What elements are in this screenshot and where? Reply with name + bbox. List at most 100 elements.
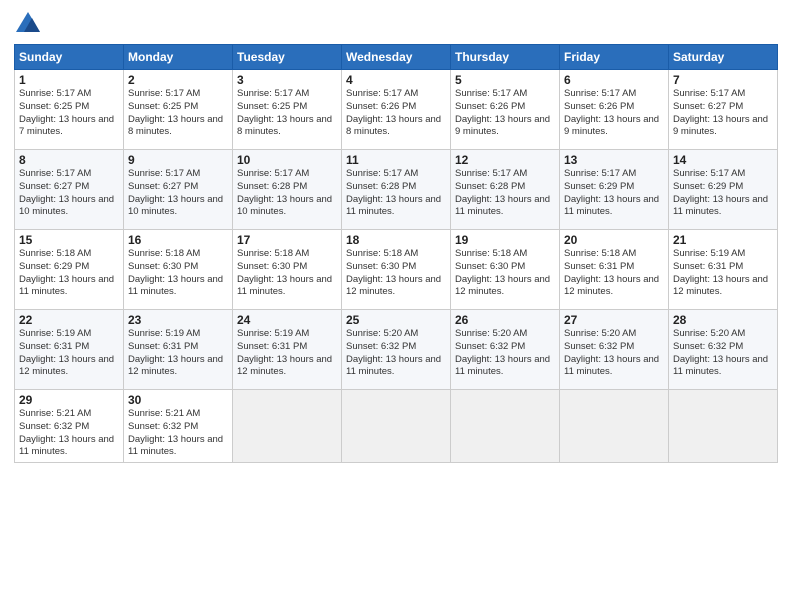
calendar-cell: 7 Sunrise: 5:17 AM Sunset: 6:27 PM Dayli… (669, 70, 778, 150)
day-number: 8 (19, 153, 119, 167)
weekday-header: Sunday (15, 45, 124, 70)
day-info: Sunrise: 5:19 AM Sunset: 6:31 PM Dayligh… (237, 328, 337, 379)
calendar-cell: 3 Sunrise: 5:17 AM Sunset: 6:25 PM Dayli… (233, 70, 342, 150)
day-info: Sunrise: 5:17 AM Sunset: 6:27 PM Dayligh… (128, 168, 228, 219)
calendar-cell: 15 Sunrise: 5:18 AM Sunset: 6:29 PM Dayl… (15, 230, 124, 310)
day-info: Sunrise: 5:17 AM Sunset: 6:26 PM Dayligh… (346, 88, 446, 139)
calendar-cell: 25 Sunrise: 5:20 AM Sunset: 6:32 PM Dayl… (342, 310, 451, 390)
calendar-cell: 8 Sunrise: 5:17 AM Sunset: 6:27 PM Dayli… (15, 150, 124, 230)
calendar-cell: 21 Sunrise: 5:19 AM Sunset: 6:31 PM Dayl… (669, 230, 778, 310)
calendar-header: SundayMondayTuesdayWednesdayThursdayFrid… (15, 45, 778, 70)
calendar-cell: 22 Sunrise: 5:19 AM Sunset: 6:31 PM Dayl… (15, 310, 124, 390)
calendar-cell: 17 Sunrise: 5:18 AM Sunset: 6:30 PM Dayl… (233, 230, 342, 310)
day-info: Sunrise: 5:17 AM Sunset: 6:29 PM Dayligh… (564, 168, 664, 219)
calendar-cell: 2 Sunrise: 5:17 AM Sunset: 6:25 PM Dayli… (124, 70, 233, 150)
day-number: 28 (673, 313, 773, 327)
day-number: 22 (19, 313, 119, 327)
day-info: Sunrise: 5:20 AM Sunset: 6:32 PM Dayligh… (564, 328, 664, 379)
day-info: Sunrise: 5:20 AM Sunset: 6:32 PM Dayligh… (346, 328, 446, 379)
calendar-cell (233, 390, 342, 463)
calendar-cell: 29 Sunrise: 5:21 AM Sunset: 6:32 PM Dayl… (15, 390, 124, 463)
calendar-cell: 18 Sunrise: 5:18 AM Sunset: 6:30 PM Dayl… (342, 230, 451, 310)
day-number: 16 (128, 233, 228, 247)
day-number: 17 (237, 233, 337, 247)
day-info: Sunrise: 5:17 AM Sunset: 6:25 PM Dayligh… (237, 88, 337, 139)
calendar-cell: 4 Sunrise: 5:17 AM Sunset: 6:26 PM Dayli… (342, 70, 451, 150)
page: SundayMondayTuesdayWednesdayThursdayFrid… (0, 0, 792, 612)
day-number: 19 (455, 233, 555, 247)
day-number: 13 (564, 153, 664, 167)
header (14, 10, 778, 38)
calendar-cell: 9 Sunrise: 5:17 AM Sunset: 6:27 PM Dayli… (124, 150, 233, 230)
calendar-cell: 13 Sunrise: 5:17 AM Sunset: 6:29 PM Dayl… (560, 150, 669, 230)
day-info: Sunrise: 5:18 AM Sunset: 6:31 PM Dayligh… (564, 248, 664, 299)
weekday-header: Tuesday (233, 45, 342, 70)
day-number: 25 (346, 313, 446, 327)
weekday-header: Wednesday (342, 45, 451, 70)
day-info: Sunrise: 5:19 AM Sunset: 6:31 PM Dayligh… (673, 248, 773, 299)
calendar-cell (560, 390, 669, 463)
day-number: 11 (346, 153, 446, 167)
day-number: 30 (128, 393, 228, 407)
day-info: Sunrise: 5:20 AM Sunset: 6:32 PM Dayligh… (455, 328, 555, 379)
day-info: Sunrise: 5:18 AM Sunset: 6:29 PM Dayligh… (19, 248, 119, 299)
calendar-cell (342, 390, 451, 463)
day-info: Sunrise: 5:17 AM Sunset: 6:28 PM Dayligh… (455, 168, 555, 219)
weekday-header: Thursday (451, 45, 560, 70)
day-number: 7 (673, 73, 773, 87)
calendar-cell: 6 Sunrise: 5:17 AM Sunset: 6:26 PM Dayli… (560, 70, 669, 150)
day-number: 24 (237, 313, 337, 327)
day-info: Sunrise: 5:17 AM Sunset: 6:27 PM Dayligh… (19, 168, 119, 219)
day-info: Sunrise: 5:21 AM Sunset: 6:32 PM Dayligh… (128, 408, 228, 459)
day-info: Sunrise: 5:17 AM Sunset: 6:26 PM Dayligh… (564, 88, 664, 139)
day-number: 14 (673, 153, 773, 167)
calendar-body: 1 Sunrise: 5:17 AM Sunset: 6:25 PM Dayli… (15, 70, 778, 463)
day-number: 1 (19, 73, 119, 87)
calendar-cell (669, 390, 778, 463)
day-number: 21 (673, 233, 773, 247)
calendar-cell: 14 Sunrise: 5:17 AM Sunset: 6:29 PM Dayl… (669, 150, 778, 230)
day-info: Sunrise: 5:18 AM Sunset: 6:30 PM Dayligh… (237, 248, 337, 299)
day-number: 15 (19, 233, 119, 247)
day-info: Sunrise: 5:20 AM Sunset: 6:32 PM Dayligh… (673, 328, 773, 379)
day-info: Sunrise: 5:18 AM Sunset: 6:30 PM Dayligh… (128, 248, 228, 299)
day-number: 4 (346, 73, 446, 87)
calendar-cell: 10 Sunrise: 5:17 AM Sunset: 6:28 PM Dayl… (233, 150, 342, 230)
day-number: 3 (237, 73, 337, 87)
day-number: 18 (346, 233, 446, 247)
day-number: 26 (455, 313, 555, 327)
day-number: 2 (128, 73, 228, 87)
calendar-cell: 23 Sunrise: 5:19 AM Sunset: 6:31 PM Dayl… (124, 310, 233, 390)
day-number: 27 (564, 313, 664, 327)
logo-icon (14, 10, 42, 38)
calendar-cell: 1 Sunrise: 5:17 AM Sunset: 6:25 PM Dayli… (15, 70, 124, 150)
calendar-cell: 11 Sunrise: 5:17 AM Sunset: 6:28 PM Dayl… (342, 150, 451, 230)
day-info: Sunrise: 5:17 AM Sunset: 6:25 PM Dayligh… (19, 88, 119, 139)
day-info: Sunrise: 5:17 AM Sunset: 6:27 PM Dayligh… (673, 88, 773, 139)
day-info: Sunrise: 5:18 AM Sunset: 6:30 PM Dayligh… (455, 248, 555, 299)
calendar-cell: 5 Sunrise: 5:17 AM Sunset: 6:26 PM Dayli… (451, 70, 560, 150)
weekday-header: Saturday (669, 45, 778, 70)
calendar: SundayMondayTuesdayWednesdayThursdayFrid… (14, 44, 778, 463)
day-number: 6 (564, 73, 664, 87)
day-number: 12 (455, 153, 555, 167)
day-number: 9 (128, 153, 228, 167)
day-number: 5 (455, 73, 555, 87)
calendar-cell: 27 Sunrise: 5:20 AM Sunset: 6:32 PM Dayl… (560, 310, 669, 390)
day-info: Sunrise: 5:17 AM Sunset: 6:26 PM Dayligh… (455, 88, 555, 139)
calendar-cell: 20 Sunrise: 5:18 AM Sunset: 6:31 PM Dayl… (560, 230, 669, 310)
day-info: Sunrise: 5:17 AM Sunset: 6:28 PM Dayligh… (237, 168, 337, 219)
day-info: Sunrise: 5:19 AM Sunset: 6:31 PM Dayligh… (128, 328, 228, 379)
calendar-cell: 30 Sunrise: 5:21 AM Sunset: 6:32 PM Dayl… (124, 390, 233, 463)
weekday-header: Monday (124, 45, 233, 70)
calendar-cell: 19 Sunrise: 5:18 AM Sunset: 6:30 PM Dayl… (451, 230, 560, 310)
calendar-cell: 12 Sunrise: 5:17 AM Sunset: 6:28 PM Dayl… (451, 150, 560, 230)
day-info: Sunrise: 5:18 AM Sunset: 6:30 PM Dayligh… (346, 248, 446, 299)
day-info: Sunrise: 5:19 AM Sunset: 6:31 PM Dayligh… (19, 328, 119, 379)
day-number: 23 (128, 313, 228, 327)
logo (14, 10, 46, 38)
day-info: Sunrise: 5:21 AM Sunset: 6:32 PM Dayligh… (19, 408, 119, 459)
day-number: 29 (19, 393, 119, 407)
calendar-cell: 28 Sunrise: 5:20 AM Sunset: 6:32 PM Dayl… (669, 310, 778, 390)
day-number: 20 (564, 233, 664, 247)
